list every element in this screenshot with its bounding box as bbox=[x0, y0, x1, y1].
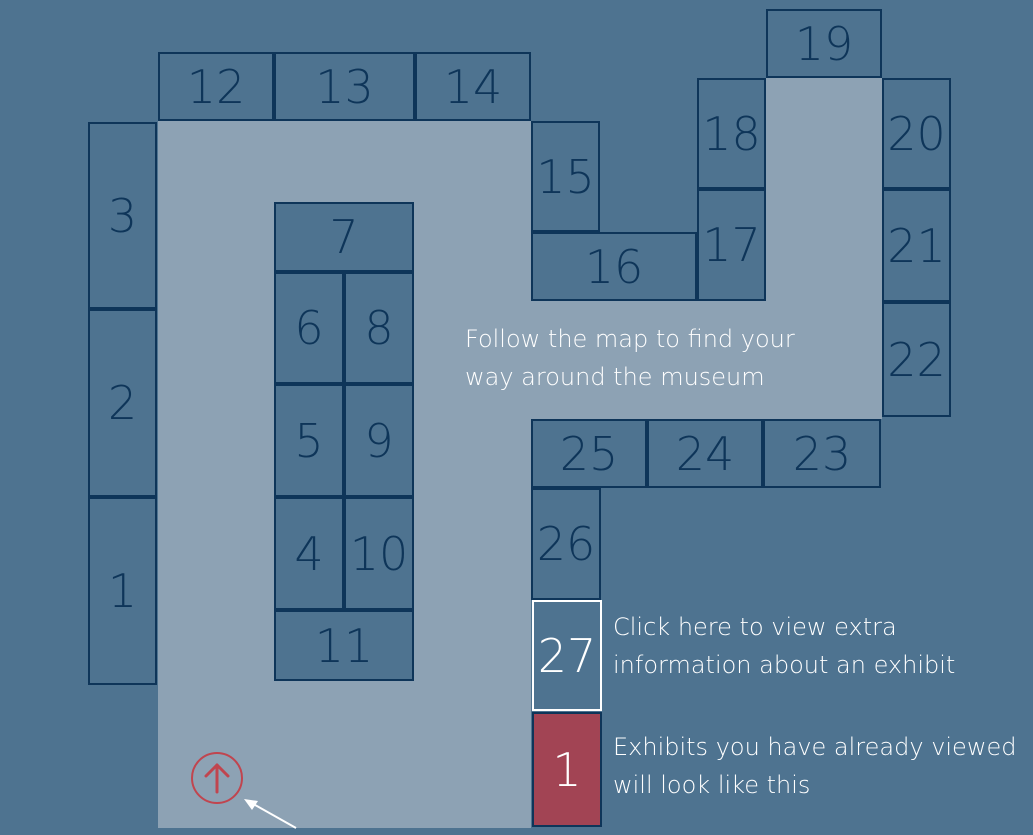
room-9[interactable]: 9 bbox=[344, 384, 414, 497]
visited-hint: Exhibits you have already viewed will lo… bbox=[613, 728, 1016, 804]
room-19[interactable]: 19 bbox=[766, 9, 882, 78]
room-1[interactable]: 1 bbox=[88, 497, 157, 685]
arrow-icon bbox=[244, 799, 297, 829]
legend-info-room[interactable]: 27 bbox=[532, 600, 602, 711]
legend-visited-room[interactable]: 1 bbox=[532, 712, 602, 827]
room-4[interactable]: 4 bbox=[274, 497, 344, 610]
room-20[interactable]: 20 bbox=[882, 78, 951, 189]
visited-hint-line-2: will look like this bbox=[613, 771, 811, 799]
room-13[interactable]: 13 bbox=[274, 52, 415, 121]
room-10[interactable]: 10 bbox=[344, 497, 414, 610]
info-hint-line-1: Click here to view extra bbox=[613, 613, 897, 641]
room-5[interactable]: 5 bbox=[274, 384, 344, 497]
info-hint-line-2: information about an exhibit bbox=[613, 651, 956, 679]
room-21[interactable]: 21 bbox=[882, 189, 951, 302]
room-11[interactable]: 11 bbox=[274, 610, 414, 681]
room-14[interactable]: 14 bbox=[415, 52, 531, 121]
room-16[interactable]: 16 bbox=[531, 232, 697, 301]
map-hint: Follow the map to find your way around t… bbox=[465, 320, 795, 396]
room-23[interactable]: 23 bbox=[763, 419, 881, 488]
room-12[interactable]: 12 bbox=[158, 52, 274, 121]
room-7[interactable]: 7 bbox=[274, 202, 414, 272]
map-hint-line-1: Follow the map to find your bbox=[465, 325, 795, 353]
room-15[interactable]: 15 bbox=[531, 121, 600, 232]
museum-map: 1 2 3 12 13 14 7 6 8 5 9 4 10 11 15 16 1… bbox=[0, 0, 1033, 835]
room-26[interactable]: 26 bbox=[531, 488, 601, 600]
room-6[interactable]: 6 bbox=[274, 272, 344, 384]
visited-hint-line-1: Exhibits you have already viewed bbox=[613, 733, 1017, 761]
room-22[interactable]: 22 bbox=[882, 302, 951, 417]
room-2[interactable]: 2 bbox=[88, 309, 157, 497]
room-8[interactable]: 8 bbox=[344, 272, 414, 384]
info-hint: Click here to view extra information abo… bbox=[613, 608, 955, 684]
map-hint-line-2: way around the museum bbox=[465, 363, 765, 391]
room-3[interactable]: 3 bbox=[88, 122, 157, 309]
up-arrow-circle-icon bbox=[191, 752, 243, 804]
room-18[interactable]: 18 bbox=[697, 78, 766, 189]
room-24[interactable]: 24 bbox=[647, 419, 763, 488]
room-25[interactable]: 25 bbox=[531, 419, 647, 488]
room-17[interactable]: 17 bbox=[697, 189, 766, 301]
